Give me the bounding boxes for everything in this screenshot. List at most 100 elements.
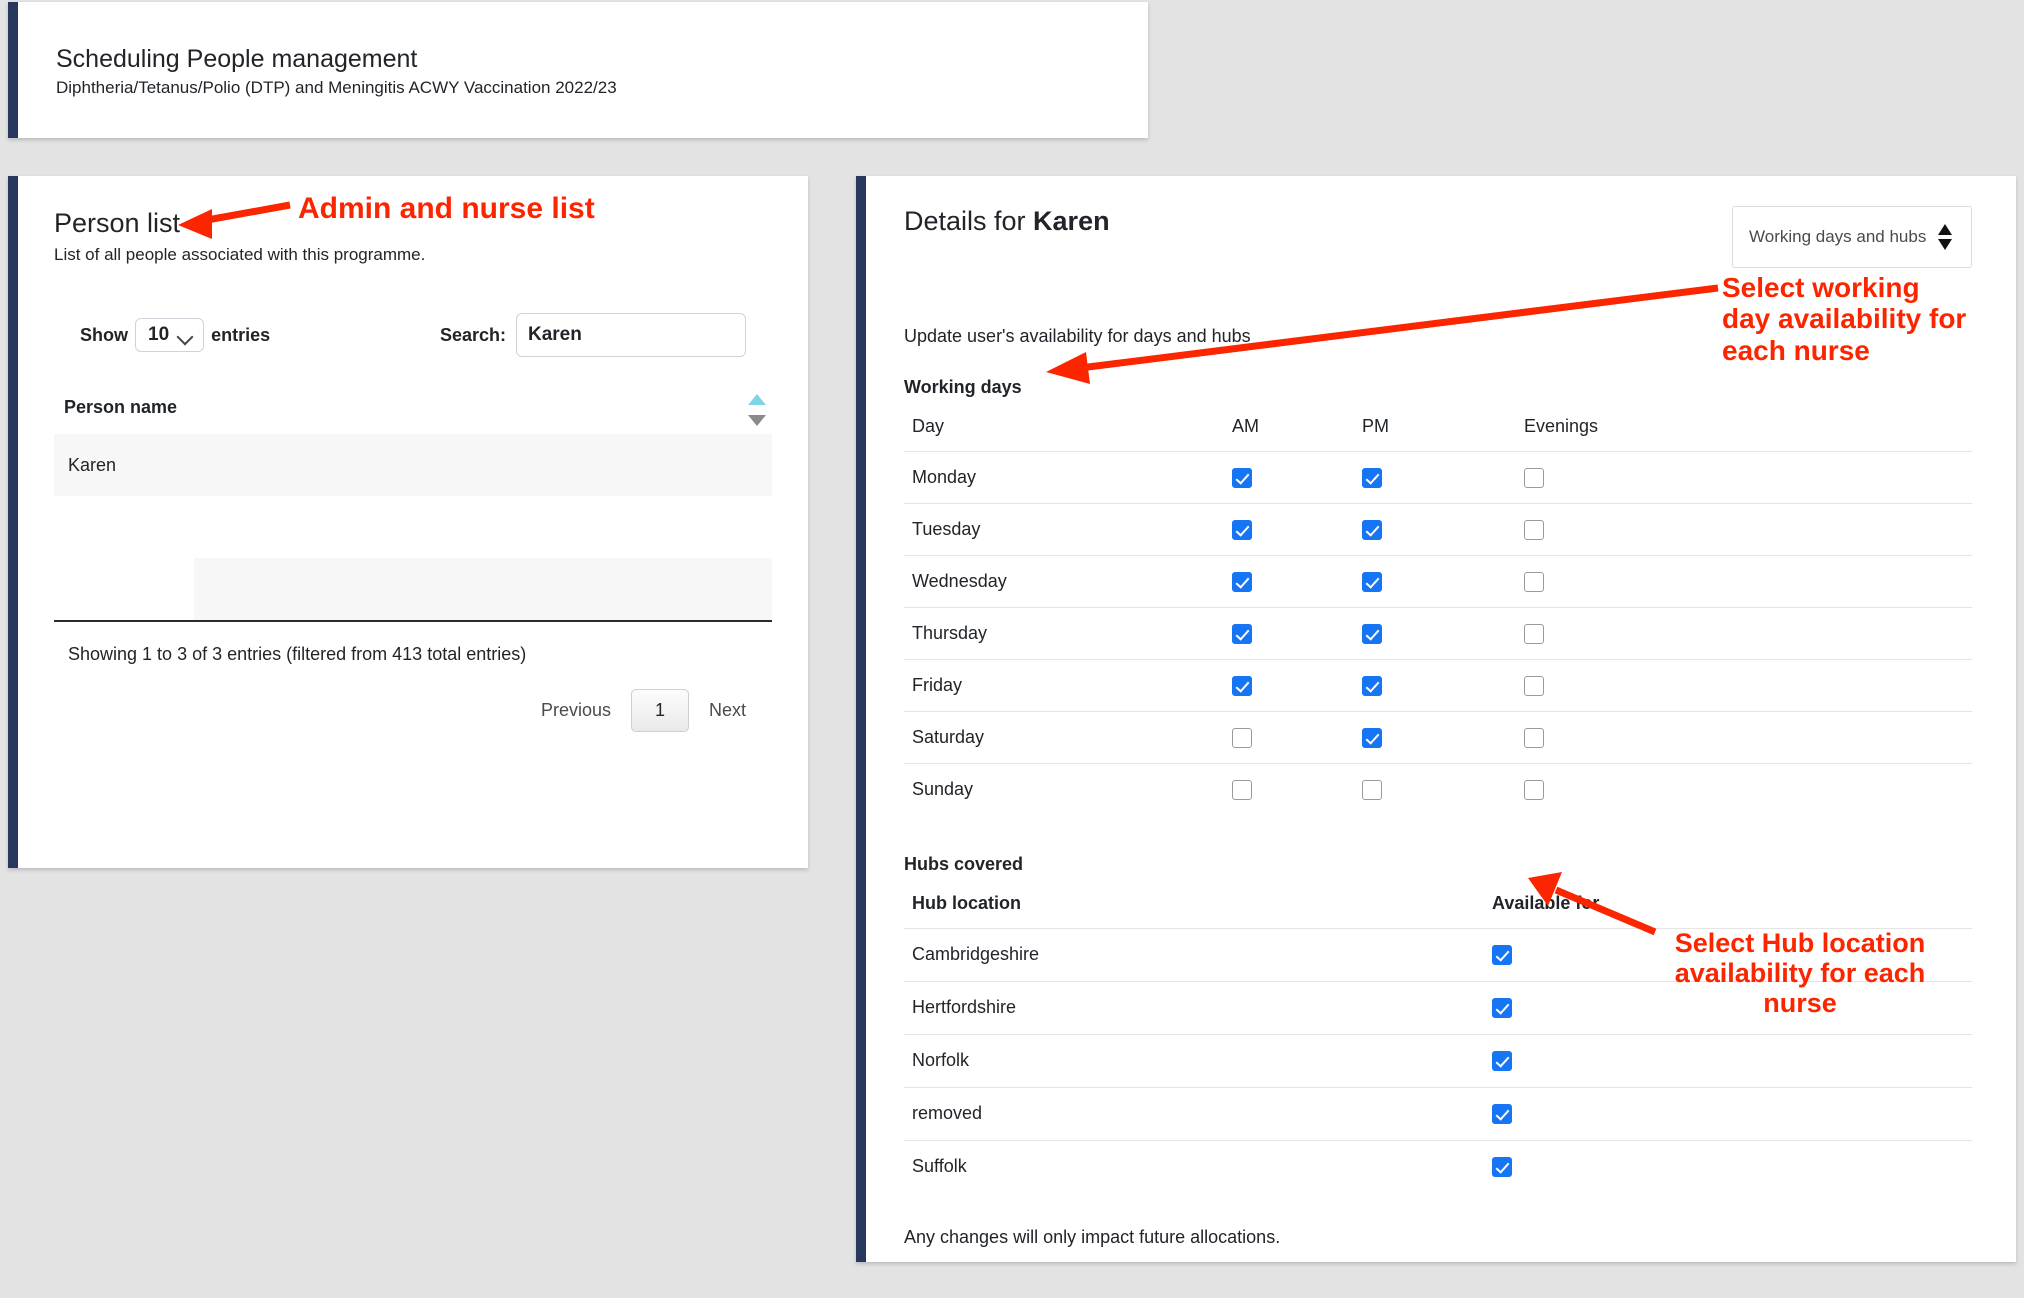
hub-location-label: Suffolk	[904, 1140, 1484, 1193]
person-name-cell	[54, 496, 194, 558]
screenshot-stage: Scheduling People management Diphtheria/…	[0, 0, 2024, 1298]
evenings-checkbox[interactable]	[1524, 624, 1544, 644]
pagination-page-1[interactable]: 1	[631, 689, 689, 732]
column-header-hub-location: Hub location	[904, 883, 1484, 929]
am-checkbox[interactable]	[1232, 676, 1252, 696]
table-row[interactable]	[54, 496, 772, 558]
pm-checkbox[interactable]	[1362, 780, 1382, 800]
hub-available-cell	[1484, 1140, 1972, 1193]
page-length-select[interactable]: 10	[135, 318, 204, 352]
details-header: Details for Karen Working days and hubs	[904, 206, 1972, 268]
person-list-card: Person list List of all people associate…	[8, 176, 808, 868]
hub-location-label: Hertfordshire	[904, 981, 1484, 1034]
day-label: Thursday	[904, 608, 1224, 660]
pagination-next[interactable]: Next	[689, 690, 766, 731]
hub-location-label: Cambridgeshire	[904, 928, 1484, 981]
table-row: Friday	[904, 660, 1972, 712]
hub-available-checkbox[interactable]	[1492, 1104, 1512, 1124]
day-label: Saturday	[904, 712, 1224, 764]
evenings-cell	[1516, 712, 1972, 764]
column-header-am: AM	[1224, 406, 1354, 452]
working-days-header-row: Day AM PM Evenings	[904, 406, 1972, 452]
person-table: Person name Karen	[54, 389, 772, 620]
pm-cell	[1354, 504, 1516, 556]
column-header-day: Day	[904, 406, 1224, 452]
hubs-section-label: Hubs covered	[904, 854, 1972, 875]
am-checkbox[interactable]	[1232, 780, 1252, 800]
column-header-person-name[interactable]: Person name	[54, 389, 772, 434]
annotation-admin-list: Admin and nurse list	[298, 192, 595, 226]
page-length-control: Show 10 entries	[80, 318, 270, 352]
page-header-card: Scheduling People management Diphtheria/…	[8, 2, 1148, 138]
column-header-pm: PM	[1354, 406, 1516, 452]
evenings-cell	[1516, 504, 1972, 556]
view-select-value: Working days and hubs	[1749, 227, 1926, 247]
sort-updown-icon[interactable]	[748, 393, 766, 427]
am-cell	[1224, 764, 1354, 816]
table-row[interactable]	[54, 558, 772, 620]
evenings-checkbox[interactable]	[1524, 676, 1544, 696]
hubs-header-row: Hub location Available for	[904, 883, 1972, 929]
up-down-arrow-icon	[1938, 224, 1952, 250]
table-row: Saturday	[904, 712, 1972, 764]
column-header-evenings: Evenings	[1516, 406, 1972, 452]
page-subtitle: Diphtheria/Tetanus/Polio (DTP) and Menin…	[56, 78, 1148, 98]
am-checkbox[interactable]	[1232, 624, 1252, 644]
table-row: Monday	[904, 452, 1972, 504]
am-cell	[1224, 712, 1354, 764]
show-label: Show	[80, 325, 128, 346]
pm-cell	[1354, 764, 1516, 816]
evenings-checkbox[interactable]	[1524, 572, 1544, 592]
entries-label: entries	[211, 325, 270, 346]
table-row: Thursday	[904, 608, 1972, 660]
day-label: Friday	[904, 660, 1224, 712]
table-row: Suffolk	[904, 1140, 1972, 1193]
pm-checkbox[interactable]	[1362, 468, 1382, 488]
evenings-checkbox[interactable]	[1524, 780, 1544, 800]
pm-cell	[1354, 452, 1516, 504]
hub-available-checkbox[interactable]	[1492, 1157, 1512, 1177]
search-input[interactable]: Karen	[516, 313, 746, 357]
pm-checkbox[interactable]	[1362, 728, 1382, 748]
day-label: Monday	[904, 452, 1224, 504]
evenings-cell	[1516, 764, 1972, 816]
table-row[interactable]: Karen	[54, 434, 772, 496]
am-checkbox[interactable]	[1232, 468, 1252, 488]
person-list-subtitle: List of all people associated with this …	[54, 245, 772, 265]
table-row: Tuesday	[904, 504, 1972, 556]
person-redacted-cell	[194, 558, 772, 620]
pm-checkbox[interactable]	[1362, 676, 1382, 696]
am-checkbox[interactable]	[1232, 520, 1252, 540]
evenings-checkbox[interactable]	[1524, 468, 1544, 488]
pm-cell	[1354, 660, 1516, 712]
evenings-cell	[1516, 452, 1972, 504]
evenings-checkbox[interactable]	[1524, 728, 1544, 748]
hub-location-label: Norfolk	[904, 1034, 1484, 1087]
am-checkbox[interactable]	[1232, 572, 1252, 592]
sort-ascending-arrow-icon	[748, 394, 766, 405]
details-person-name: Karen	[1033, 206, 1110, 236]
view-select[interactable]: Working days and hubs	[1732, 206, 1972, 268]
table-row: Wednesday	[904, 556, 1972, 608]
page-title: Scheduling People management	[56, 44, 1148, 75]
pm-cell	[1354, 556, 1516, 608]
pm-checkbox[interactable]	[1362, 572, 1382, 592]
day-label: Wednesday	[904, 556, 1224, 608]
hub-available-checkbox[interactable]	[1492, 998, 1512, 1018]
evenings-checkbox[interactable]	[1524, 520, 1544, 540]
day-label: Sunday	[904, 764, 1224, 816]
am-cell	[1224, 556, 1354, 608]
pm-checkbox[interactable]	[1362, 624, 1382, 644]
person-redacted-cell	[194, 496, 772, 558]
working-days-table: Day AM PM Evenings Monday Tuesday	[904, 406, 1972, 816]
evenings-cell	[1516, 556, 1972, 608]
table-row: removed	[904, 1087, 1972, 1140]
hub-available-checkbox[interactable]	[1492, 945, 1512, 965]
working-days-section-label: Working days	[904, 377, 1972, 398]
am-cell	[1224, 452, 1354, 504]
pm-checkbox[interactable]	[1362, 520, 1382, 540]
details-footer-note: Any changes will only impact future allo…	[904, 1227, 1972, 1248]
am-checkbox[interactable]	[1232, 728, 1252, 748]
pagination-previous[interactable]: Previous	[521, 690, 631, 731]
hub-available-checkbox[interactable]	[1492, 1051, 1512, 1071]
